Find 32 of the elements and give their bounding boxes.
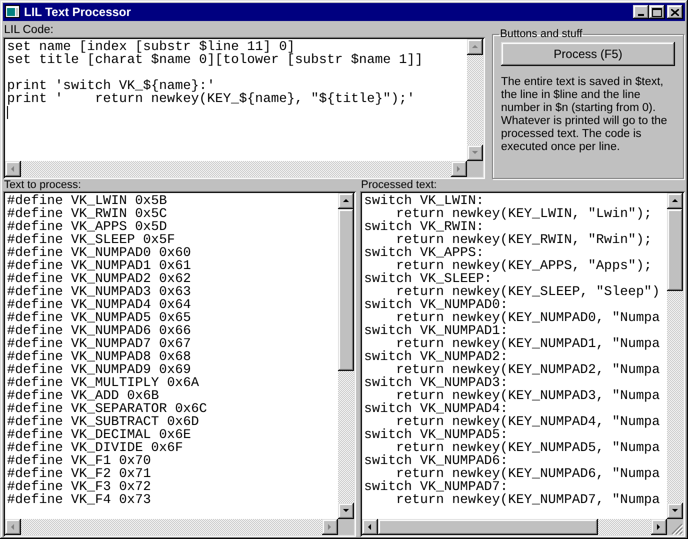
horizontal-scrollbar[interactable] bbox=[5, 161, 467, 177]
vertical-scrollbar[interactable] bbox=[338, 193, 354, 519]
arrow-icon bbox=[671, 197, 679, 205]
horizontal-scrollbar[interactable] bbox=[5, 519, 338, 535]
maximize-icon bbox=[652, 8, 662, 16]
scroll-thumb[interactable] bbox=[667, 209, 683, 291]
vertical-scrollbar[interactable] bbox=[467, 39, 483, 161]
close-icon bbox=[671, 8, 679, 16]
output-label: Processed text: bbox=[360, 179, 438, 191]
arrow-icon bbox=[366, 523, 374, 531]
process-button[interactable]: Process (F5) bbox=[501, 42, 675, 66]
app-icon bbox=[5, 5, 21, 19]
scroll-thumb[interactable] bbox=[338, 209, 354, 371]
resize-grip-icon[interactable] bbox=[671, 523, 683, 535]
arrow-icon bbox=[471, 43, 479, 51]
scrollbar-corner bbox=[338, 519, 354, 535]
minimize-button[interactable] bbox=[633, 5, 649, 19]
close-button[interactable] bbox=[667, 5, 683, 19]
code-label: LIL Code: bbox=[3, 23, 54, 37]
text-cursor bbox=[7, 106, 8, 119]
input-label: Text to process: bbox=[3, 179, 82, 191]
group-title: Buttons and stuff bbox=[499, 28, 584, 40]
maximize-button[interactable] bbox=[649, 5, 665, 19]
scroll-thumb[interactable] bbox=[378, 519, 598, 535]
scrollbar-corner bbox=[467, 161, 483, 177]
help-text: The entire text is saved in $text, the line in $line and the line number in $n (starting from 0). Whatever is printed will go to the processed text. The code is executed once per line. bbox=[501, 76, 668, 154]
arrow-icon bbox=[9, 523, 17, 531]
arrow-icon bbox=[9, 165, 17, 173]
vertical-scrollbar[interactable] bbox=[667, 193, 683, 519]
horizontal-scrollbar[interactable] bbox=[362, 519, 667, 535]
arrow-icon bbox=[342, 197, 350, 205]
window-title: LIL Text Processor bbox=[24, 5, 132, 19]
